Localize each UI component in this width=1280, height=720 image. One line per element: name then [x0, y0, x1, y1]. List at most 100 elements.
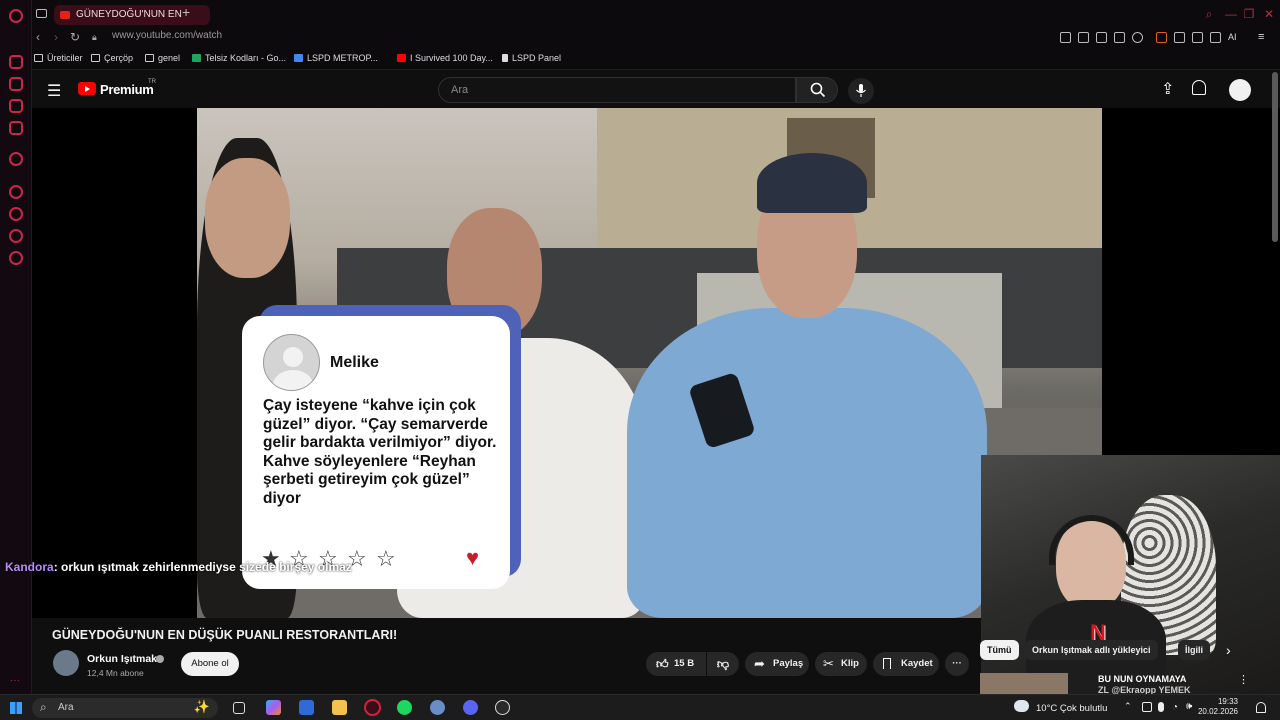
windows-start-icon[interactable]	[10, 702, 22, 714]
bookmark-item[interactable]: genel	[145, 53, 180, 63]
back-icon[interactable]: ‹	[36, 30, 40, 44]
verified-icon	[156, 655, 164, 663]
chip-all[interactable]: Tümü	[980, 640, 1019, 660]
like-count: 15 B	[674, 658, 695, 669]
dislike-button[interactable]: 👎︎	[707, 652, 739, 676]
bookmark-item[interactable]: LSPD METROP...	[294, 53, 378, 63]
bookmark-item[interactable]: I Survived 100 Day...	[397, 53, 493, 63]
task-view-icon[interactable]	[233, 702, 245, 714]
related-video-thumbnail[interactable]	[980, 673, 1068, 694]
download-icon[interactable]	[1210, 32, 1221, 43]
weather-icon	[1014, 700, 1029, 712]
taskbar-clock[interactable]: 19:33 20.02.2026	[1198, 697, 1238, 717]
app-icon[interactable]	[430, 700, 445, 715]
bookmark-item[interactable]: Çerçöp	[91, 53, 133, 63]
chip-related[interactable]: İlgili	[1178, 640, 1210, 660]
reviewer-avatar	[263, 334, 320, 391]
settings-icon[interactable]	[9, 251, 23, 265]
minimize-button[interactable]: —	[1224, 7, 1238, 21]
search-input[interactable]: Ara	[438, 77, 796, 103]
search-icon	[810, 82, 826, 98]
like-button[interactable]: 👍︎ 15 B	[646, 652, 706, 676]
snapshot-icon[interactable]	[1078, 32, 1089, 43]
more-icon[interactable]: ···	[10, 675, 20, 686]
file-explorer-icon[interactable]	[332, 700, 347, 715]
search-button[interactable]	[796, 77, 838, 103]
tray-mic-icon[interactable]	[1158, 702, 1164, 712]
tab-switcher-icon[interactable]	[36, 9, 47, 18]
more-actions-button[interactable]: ···	[945, 652, 969, 676]
upload-icon[interactable]: ⇪	[1161, 79, 1174, 99]
weather-text[interactable]: 10°C Çok bulutlu	[1036, 703, 1107, 714]
clip-button[interactable]: ✂ Klip	[815, 652, 867, 676]
related-more-icon[interactable]: ⋮	[1238, 673, 1249, 686]
notifications-icon[interactable]	[1192, 80, 1206, 95]
channel-name[interactable]: Orkun Işıtmak	[87, 653, 157, 665]
voice-search-button[interactable]	[848, 78, 874, 104]
chat-username: Kandora	[5, 560, 54, 574]
folder-icon	[91, 54, 100, 62]
youtube-favicon-icon	[60, 11, 70, 19]
maximize-button[interactable]: ❐	[1242, 7, 1256, 21]
tray-network-icon[interactable]	[1142, 702, 1152, 712]
account-avatar[interactable]	[1229, 79, 1251, 101]
youtube-logo-text[interactable]: Premium	[100, 82, 154, 97]
aria-ai-button[interactable]: AI	[1228, 32, 1237, 42]
shield-icon[interactable]	[1096, 32, 1107, 43]
save-button[interactable]: Kaydet	[873, 652, 939, 676]
obs-icon[interactable]	[495, 700, 510, 715]
store-icon[interactable]	[299, 700, 314, 715]
channel-avatar[interactable]	[53, 650, 79, 676]
search-tabs-icon[interactable]: ⌕	[1202, 7, 1216, 21]
youtube-logo-icon[interactable]	[78, 82, 96, 95]
opera-taskbar-icon[interactable]	[364, 699, 381, 716]
menu-icon[interactable]: ≡	[1258, 31, 1264, 43]
history-icon[interactable]	[9, 185, 23, 199]
tray-chevron-icon[interactable]: ⌃	[1124, 701, 1132, 712]
puzzle-icon[interactable]	[1192, 32, 1203, 43]
twitch-icon[interactable]	[9, 121, 23, 135]
chip-uploader[interactable]: Orkun Işıtmak adlı yükleyici	[1025, 640, 1158, 660]
mail-icon[interactable]	[9, 99, 23, 113]
ai-icon[interactable]	[9, 55, 23, 69]
spotify-icon[interactable]	[397, 700, 412, 715]
taskbar-search-input[interactable]: ⌕ Ara ✨	[32, 698, 218, 718]
forward-icon[interactable]: ›	[54, 30, 58, 44]
extension-icon[interactable]	[1174, 32, 1185, 43]
chevron-right-icon[interactable]: ›	[1226, 642, 1231, 658]
address-bar: ‹ › ↻ 🔒︎ www.youtube.com/watch AI ≡	[32, 28, 1280, 48]
close-button[interactable]: ✕	[1262, 7, 1276, 21]
opera-logo-icon[interactable]	[9, 9, 23, 23]
review-text: Çay isteyene “kahve için çok güzel” diyo…	[263, 397, 497, 507]
messenger-icon[interactable]	[9, 77, 23, 91]
discord-icon[interactable]	[463, 700, 478, 715]
webcam-headphones	[1049, 515, 1134, 565]
tray-wifi-icon[interactable]: ◔	[1172, 702, 1178, 713]
extensions-icon[interactable]	[9, 229, 23, 243]
page-scrollbar[interactable]	[1272, 72, 1278, 242]
pin-icon[interactable]	[1060, 32, 1071, 43]
subscribe-button[interactable]: Abone ol	[181, 652, 239, 676]
heart-icon: ♥	[466, 545, 480, 570]
player-icon[interactable]	[9, 152, 23, 166]
share-button[interactable]: ➦ Paylaş	[745, 652, 809, 676]
bookmark-item[interactable]: Telsiz Kodları - Go...	[192, 53, 286, 63]
url-field[interactable]: www.youtube.com/watch	[112, 30, 222, 41]
hamburger-menu-icon[interactable]: ☰	[47, 81, 61, 101]
copilot-icon[interactable]	[266, 700, 281, 715]
thumbs-down-icon: 👎︎	[716, 657, 730, 671]
clock-icon[interactable]	[9, 207, 23, 221]
search-highlight-icon: ✨	[193, 699, 210, 714]
tray-volume-icon[interactable]: 🕪︎	[1186, 701, 1192, 712]
heart-icon[interactable]	[1132, 32, 1143, 43]
related-video-title[interactable]: BU NUN OYNAMAYA ZL @Ekraopp YEMEK	[1098, 674, 1190, 696]
reload-icon[interactable]: ↻	[70, 30, 80, 44]
youtube-header: ☰ Premium TR Ara ⇪	[32, 70, 1280, 108]
extension-fox-icon[interactable]	[1156, 32, 1167, 43]
bookmark-item[interactable]: LSPD Panel	[502, 53, 561, 63]
camera-icon[interactable]	[1114, 32, 1125, 43]
bookmark-item[interactable]: Üreticiler	[34, 53, 83, 63]
notification-bell-icon[interactable]	[1256, 702, 1266, 713]
bookmarks-bar: Üreticiler Çerçöp genel Telsiz Kodları -…	[32, 48, 1280, 70]
new-tab-button[interactable]: +	[182, 4, 190, 20]
